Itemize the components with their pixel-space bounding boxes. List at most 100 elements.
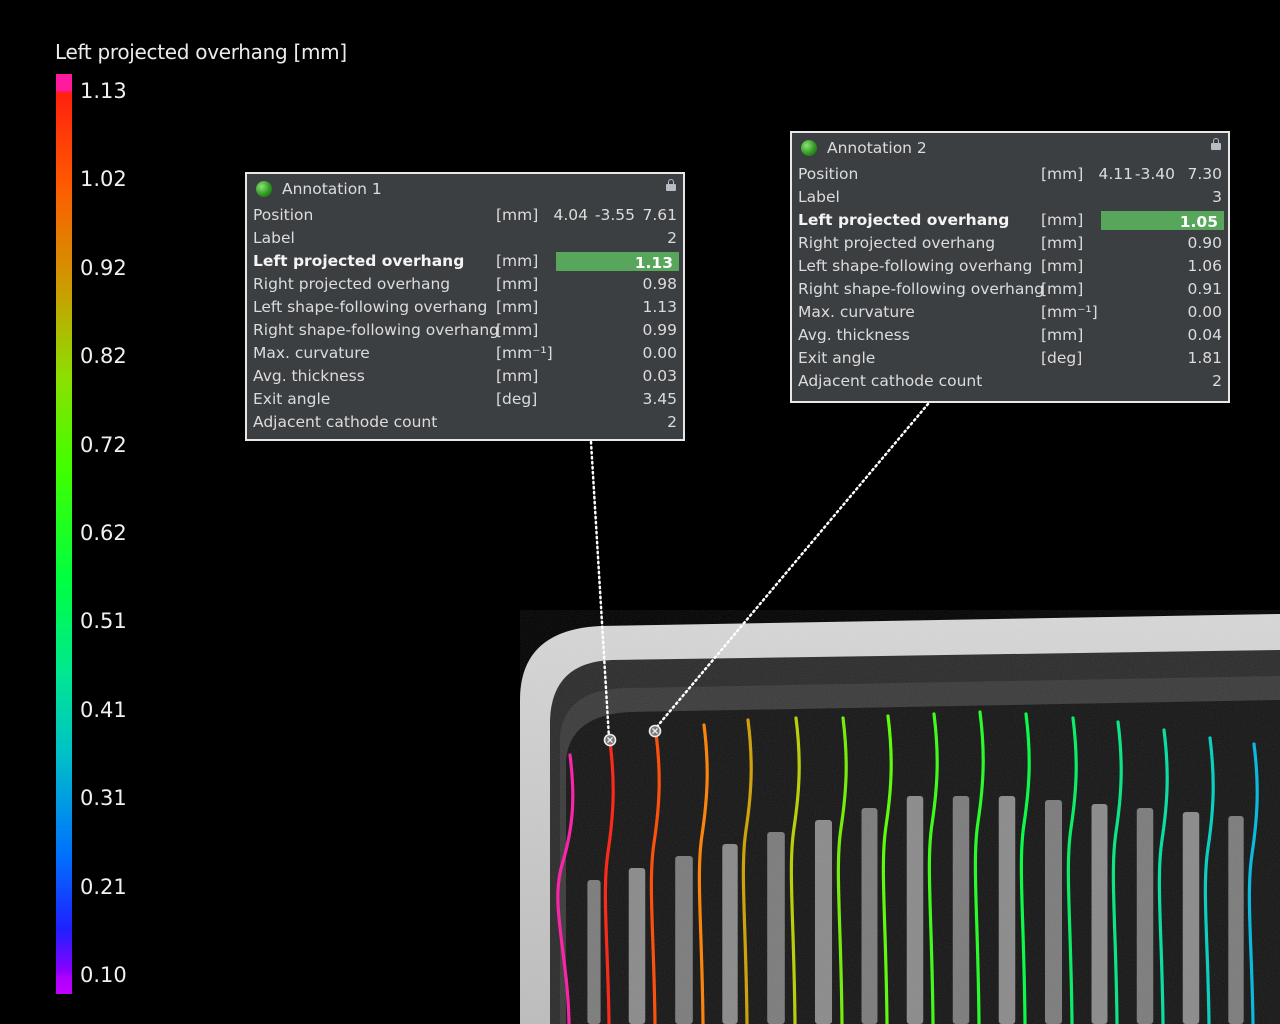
row-unit: [mm] [1041, 234, 1084, 252]
color-scale-bar [56, 74, 72, 994]
annotation-row: Avg. thickness [mm] 0.03 [247, 365, 683, 388]
annotation-header[interactable]: Annotation 2 [792, 133, 1228, 163]
annotation-row: Right shape-following overhang [mm] 0.91 [792, 278, 1228, 301]
color-scale-tick: 0.92 [80, 255, 127, 280]
row-value: 0.99 [642, 321, 677, 339]
annotation-row: Max. curvature [mm⁻¹] 0.00 [247, 342, 683, 365]
annotation-2-panel[interactable]: Annotation 2 Position [mm] 7.30 -3.40 4.11 Lab… [790, 131, 1230, 403]
row-unit: [mm] [1041, 211, 1084, 229]
row-value: 0.00 [642, 344, 677, 362]
value-highlight-bar: 1.05 [1101, 211, 1224, 231]
row-label: Adjacent cathode count [253, 413, 438, 431]
row-label: Right shape-following overhang [253, 321, 499, 339]
row-label: Right shape-following overhang [798, 280, 1044, 298]
row-label: Position [798, 165, 859, 183]
row-value: 2 [1212, 372, 1222, 390]
row-value: 1.13 [642, 298, 677, 316]
annotation-1-marker [603, 733, 617, 747]
row-label: Right projected overhang [253, 275, 451, 293]
lock-icon[interactable] [666, 179, 676, 191]
position-coordinate: -3.55 [594, 206, 635, 224]
row-value: 2 [667, 229, 677, 247]
color-scale-title: Left projected overhang [mm] [55, 40, 347, 64]
row-label: Max. curvature [798, 303, 915, 321]
row-unit: [mm] [496, 367, 539, 385]
row-unit: [deg] [496, 390, 538, 408]
row-label: Exit angle [253, 390, 331, 408]
row-value: 0.03 [642, 367, 677, 385]
row-unit: [mm] [496, 206, 539, 224]
row-label: Avg. thickness [798, 326, 910, 344]
row-label: Left projected overhang [798, 211, 1010, 229]
annotation-row: Exit angle [deg] 3.45 [247, 388, 683, 411]
position-coordinate: 7.61 [642, 206, 677, 224]
row-label: Label [798, 188, 840, 206]
row-value: 1.06 [1187, 257, 1222, 275]
annotation-title: Annotation 2 [827, 139, 927, 157]
row-unit: [mm] [1041, 280, 1084, 298]
position-coordinate: 7.30 [1187, 165, 1222, 183]
annotation-row: Right projected overhang [mm] 0.90 [792, 232, 1228, 255]
annotation-row: Exit angle [deg] 1.81 [792, 347, 1228, 370]
color-scale-tick: 0.21 [80, 874, 127, 899]
color-scale-tick: 0.62 [80, 521, 127, 545]
color-scale-tick: 1.02 [80, 167, 127, 192]
color-scale-tick: 1.13 [80, 79, 127, 103]
color-scale-tick: 0.41 [80, 697, 127, 722]
annotation-2-marker [648, 724, 662, 738]
row-label: Label [253, 229, 295, 247]
row-value: 0.90 [1187, 234, 1222, 252]
annotation-position-row: Position [mm] 7.61 -3.55 4.04 [247, 204, 683, 227]
row-label: Left shape-following overhang [253, 298, 488, 316]
status-indicator-icon [801, 140, 817, 156]
color-scale-tick: 0.51 [80, 609, 127, 634]
lock-icon[interactable] [1211, 138, 1221, 150]
annotation-header[interactable]: Annotation 1 [247, 174, 683, 204]
row-unit: [mm] [496, 252, 539, 270]
annotation-row: Left shape-following overhang [mm] 1.13 [247, 296, 683, 319]
annotation-row: Left projected overhang [mm] 1.05 [792, 209, 1228, 232]
row-value: 2 [667, 413, 677, 431]
value-highlight-bar: 1.13 [556, 252, 679, 272]
row-label: Position [253, 206, 314, 224]
row-unit: [mm] [496, 298, 539, 316]
row-label: Adjacent cathode count [798, 372, 983, 390]
annotation-row: Adjacent cathode count 2 [792, 370, 1228, 393]
row-label: Left shape-following overhang [798, 257, 1033, 275]
row-unit: [mm⁻¹] [496, 344, 553, 362]
row-value: 3 [1212, 188, 1222, 206]
annotation-row: Avg. thickness [mm] 0.04 [792, 324, 1228, 347]
row-value: 0.98 [642, 275, 677, 293]
row-label: Max. curvature [253, 344, 370, 362]
annotation-position-row: Position [mm] 7.30 -3.40 4.11 [792, 163, 1228, 186]
annotation-row: Label 2 [247, 227, 683, 250]
row-value: 3.45 [642, 390, 677, 408]
row-unit: [mm] [1041, 165, 1084, 183]
annotation-row: Right shape-following overhang [mm] 0.99 [247, 319, 683, 342]
row-label: Right projected overhang [798, 234, 996, 252]
status-indicator-icon [256, 181, 272, 197]
row-value: 0.00 [1187, 303, 1222, 321]
annotation-row: Left shape-following overhang [mm] 1.06 [792, 255, 1228, 278]
annotation-row: Left projected overhang [mm] 1.13 [247, 250, 683, 273]
row-unit: [mm⁻¹] [1041, 303, 1098, 321]
row-value: 1.05 [1179, 213, 1218, 231]
color-scale-tick: 0.10 [80, 963, 127, 987]
row-value: 1.13 [634, 254, 673, 272]
color-scale-tick: 0.72 [80, 432, 127, 457]
annotation-title: Annotation 1 [282, 180, 382, 198]
row-label: Exit angle [798, 349, 876, 367]
row-unit: [mm] [496, 321, 539, 339]
row-value: 0.04 [1187, 326, 1222, 344]
annotation-1-panel[interactable]: Annotation 1 Position [mm] 7.61 -3.55 4.04 Lab… [245, 172, 685, 441]
row-unit: [deg] [1041, 349, 1083, 367]
color-scale-tick: 0.82 [80, 344, 127, 369]
color-scale-tick: 0.31 [80, 786, 127, 811]
row-unit: [mm] [1041, 326, 1084, 344]
position-coordinate: 4.04 [553, 206, 588, 224]
row-unit: [mm] [1041, 257, 1084, 275]
annotation-row: Adjacent cathode count 2 [247, 411, 683, 434]
row-value: 0.91 [1187, 280, 1222, 298]
row-unit: [mm] [496, 275, 539, 293]
row-value: 1.81 [1187, 349, 1222, 367]
